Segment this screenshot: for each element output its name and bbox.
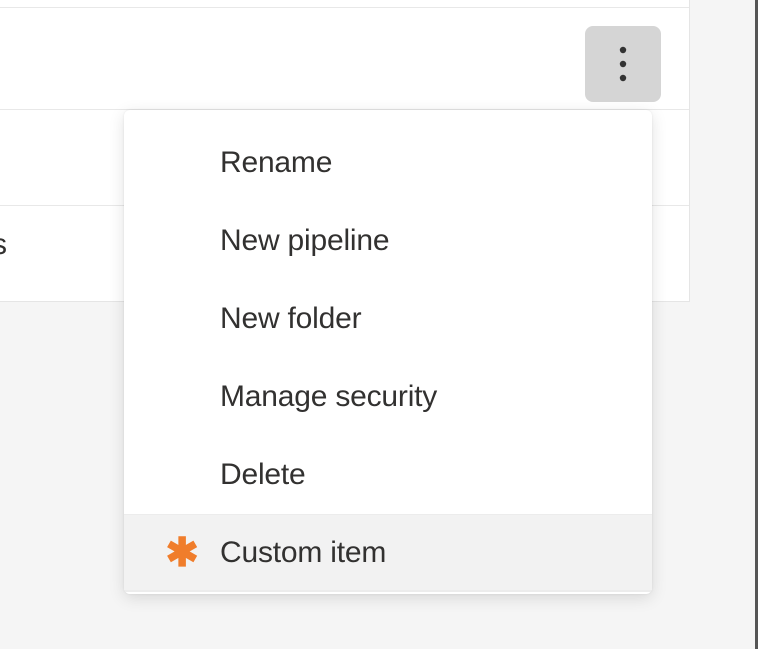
context-menu: Rename New pipeline New folder Manage se… (124, 110, 652, 594)
menu-item-label: New folder (220, 302, 361, 336)
menu-item-label: New pipeline (220, 224, 389, 258)
more-options-button[interactable] (585, 26, 661, 102)
menu-item-rename[interactable]: Rename (124, 124, 652, 202)
menu-item-new-pipeline[interactable]: New pipeline (124, 202, 652, 280)
menu-item-custom-item[interactable]: ✱ Custom item (124, 514, 652, 592)
menu-item-label: Rename (220, 146, 332, 180)
menu-item-new-folder[interactable]: New folder (124, 280, 652, 358)
panel-row (0, 8, 689, 110)
menu-item-label: Delete (220, 458, 306, 492)
menu-item-label: Manage security (220, 380, 437, 414)
menu-item-label: Custom item (220, 536, 386, 570)
panel-row (0, 0, 689, 8)
star-icon: ✱ (164, 535, 200, 571)
partial-text: s (0, 228, 7, 262)
menu-item-delete[interactable]: Delete (124, 436, 652, 514)
vertical-dots-icon (619, 46, 627, 82)
menu-item-manage-security[interactable]: Manage security (124, 358, 652, 436)
